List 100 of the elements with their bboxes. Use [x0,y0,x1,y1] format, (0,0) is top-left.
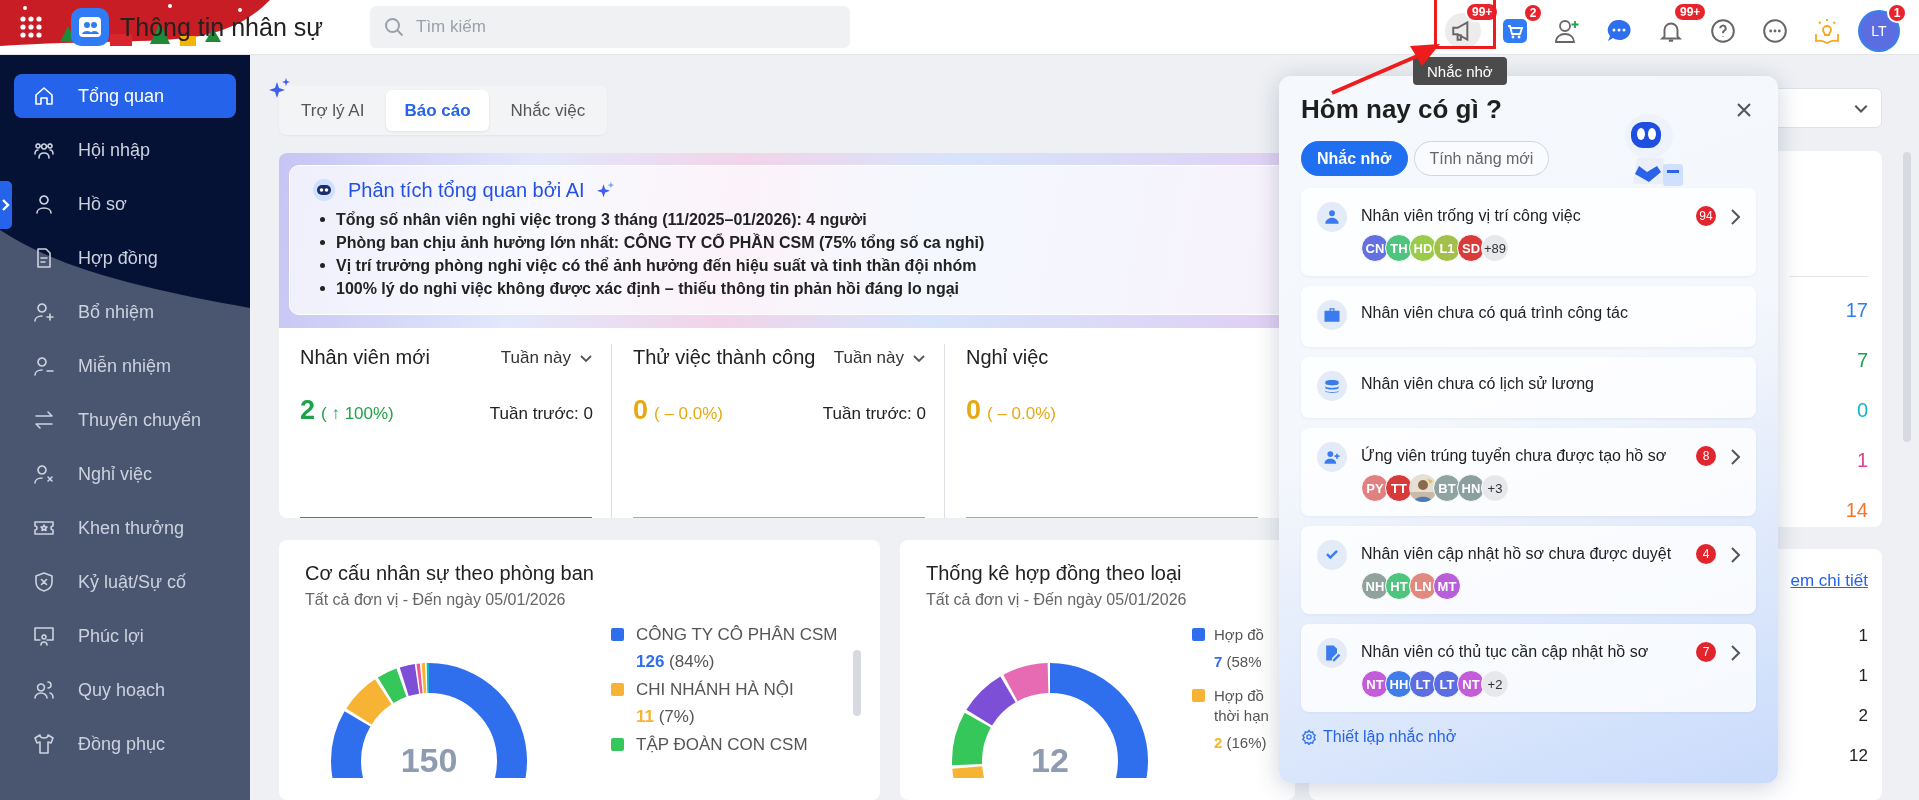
sidebar-item[interactable]: Hợp đồng [14,236,236,280]
sparkle-icon [596,181,615,199]
reminder-item[interactable]: Nhân viên trống vị trí công việc 94 CN TH HD L1 SD +89 [1301,188,1756,276]
more-count: +3 [1481,474,1509,502]
reminder-item[interactable]: Nhân viên chưa có lịch sử lương [1301,357,1756,418]
sidebar-item[interactable]: Bổ nhiệm [14,290,236,334]
more-icon [1762,18,1788,44]
reminder-item[interactable]: Ứng viên trúng tuyển chưa được tạo hồ sơ 8 PY TT BT HN +3 [1301,428,1756,516]
expand-sidebar-button[interactable] [0,181,12,229]
app-logo-icon [70,7,110,47]
reminder-item[interactable]: Nhân viên cập nhật hồ sơ chưa được duyệt 4 NH HT LN MT [1301,526,1756,614]
view-details-link[interactable]: em chi tiết [1790,571,1868,592]
count-value: 0 [1856,398,1868,423]
search-field[interactable]: Tìm kiếm [370,6,850,48]
ai-summary-title: Phân tích tổng quan bởi AI [348,178,585,202]
filter-tab[interactable]: Tính năng mới [1413,141,1550,176]
stat-change: ( – 0.0%) [654,404,723,424]
shield-x-icon [32,570,56,594]
tab[interactable]: Trợ lý AI [283,90,383,131]
avatar: HH [1385,670,1413,698]
reminder-item[interactable]: Nhân viên có thủ tục cần cập nhật hồ sơ 7 NT HH LT LT NT +2 [1301,624,1756,712]
legend-value: 126 (84%) [636,652,716,672]
reminder-title: Ứng viên trúng tuyển chưa được tạo hồ sơ [1361,447,1667,465]
chart-title: Thống kê hợp đồng theo loại [926,562,1183,585]
tooltip: Nhắc nhở [1413,57,1507,85]
stat-title: Nghỉ việc [966,346,1049,369]
sidebar-item[interactable]: Đồng phục [14,722,236,766]
count-value: 17 [1845,298,1868,323]
filter-tab[interactable]: Nhắc nhở [1301,141,1408,176]
avatar: LT [1409,670,1437,698]
avatar: LT [1433,670,1461,698]
sidebar-item[interactable]: Tổng quan [14,74,236,118]
chevron-right-icon [1730,208,1742,226]
sidebar-item[interactable]: Thuyên chuyển [14,398,236,442]
notification-badge: 1 [1887,3,1907,23]
avatar: HN [1457,474,1485,502]
legend-label: Hợp đồ [1214,625,1264,645]
lightbulb-book-icon [1813,17,1841,45]
apps-grid-icon[interactable] [20,16,42,38]
legend-value: 7 (58% [1214,652,1263,672]
sidebar-item[interactable]: Hội nhập [14,128,236,172]
more-count: +89 [1481,234,1509,262]
avatar: PY [1361,474,1389,502]
period-dropdown[interactable]: Tuần này [833,347,926,368]
tab[interactable]: Nhắc việc [492,90,604,131]
search-icon [384,17,404,37]
total-value: 1 [1858,665,1868,688]
avatar: SD [1457,234,1485,262]
help-icon [1710,18,1736,44]
reminder-title: Nhân viên chưa có quá trình công tác [1361,304,1628,322]
settings-icon [1301,729,1317,745]
legend-value: 11 (7%) [636,707,696,727]
sidebar-item[interactable]: Miễn nhiệm [14,344,236,388]
total-value: 12 [1849,745,1868,768]
stat-value: 0 [633,395,649,426]
chevron-right-icon [1730,448,1742,466]
sidebar-item[interactable]: Kỷ luật/Sự cố [14,560,236,604]
briefcase-icon [1322,305,1342,325]
tab[interactable]: Báo cáo [386,90,489,131]
chat-icon [1606,18,1632,44]
chart-subtitle: Tất cả đơn vị - Đến ngày 05/01/2026 [305,591,567,609]
summary-bullet: Vị trí trưởng phòng nghỉ việc có thể ảnh hưởng đến hiệu suất và tinh thần đội nhóm [336,256,977,276]
shirt-icon [32,732,56,756]
reminder-title: Nhân viên chưa có lịch sử lương [1361,375,1594,393]
stat-title: Thử việc thành công [633,346,816,369]
close-icon [1736,101,1752,118]
robot-icon [312,178,336,202]
sidebar-item[interactable]: Quy hoạch [14,668,236,712]
summary-bullet: 100% lý do nghỉ việc không được xác định – thiếu thông tin phản hồi đáng lo ngại [336,279,959,299]
summary-bullet: Tổng số nhân viên nghỉ việc trong 3 tháng (11/2025–01/2026): 4 người [336,210,867,230]
avatar: BT [1433,474,1461,502]
chart-total: 150 [399,742,459,778]
stat-change: ( ↑ 100%) [321,404,394,424]
count-badge: 8 [1696,446,1716,466]
summary-bullet: Phòng ban chịu ảnh hưởng lớn nhất: CÔNG TY CỔ PHẦN CSM (75% tổng số ca nghỉ) [336,232,985,253]
avatar: HD [1409,234,1437,262]
legend-value: 2 (16%) [1214,733,1268,753]
sidebar-item[interactable]: Hồ sơ [14,182,236,226]
previous-value: Tuần trước: 0 [822,404,926,424]
person-icon [1322,207,1342,227]
reminder-item[interactable]: Nhân viên chưa có quá trình công tác [1301,286,1756,347]
stat-change: ( – 0.0%) [987,404,1056,424]
count-badge: 94 [1696,206,1716,226]
legend-label: TẬP ĐOÀN CON CSM [636,735,808,755]
highlight-frame [1434,0,1496,49]
person-minus-icon [32,354,56,378]
sidebar-item[interactable]: Nghỉ việc [14,452,236,496]
count-value: 1 [1856,448,1868,473]
avatar: TT [1385,474,1413,502]
avatar: NH [1361,572,1389,600]
count-value: 14 [1845,498,1868,523]
settings-link[interactable]: Thiết lập nhắc nhở [1301,728,1457,746]
total-value: 2 [1858,705,1868,728]
scrollbar[interactable] [853,650,861,716]
bullet-icon [320,217,325,222]
sidebar-item[interactable]: Khen thưởng [14,506,236,550]
period-dropdown[interactable]: Tuần này [500,347,593,368]
avatar: NT [1361,670,1389,698]
stat-value: 2 [300,395,316,426]
sidebar-item[interactable]: Phúc lợi [14,614,236,658]
